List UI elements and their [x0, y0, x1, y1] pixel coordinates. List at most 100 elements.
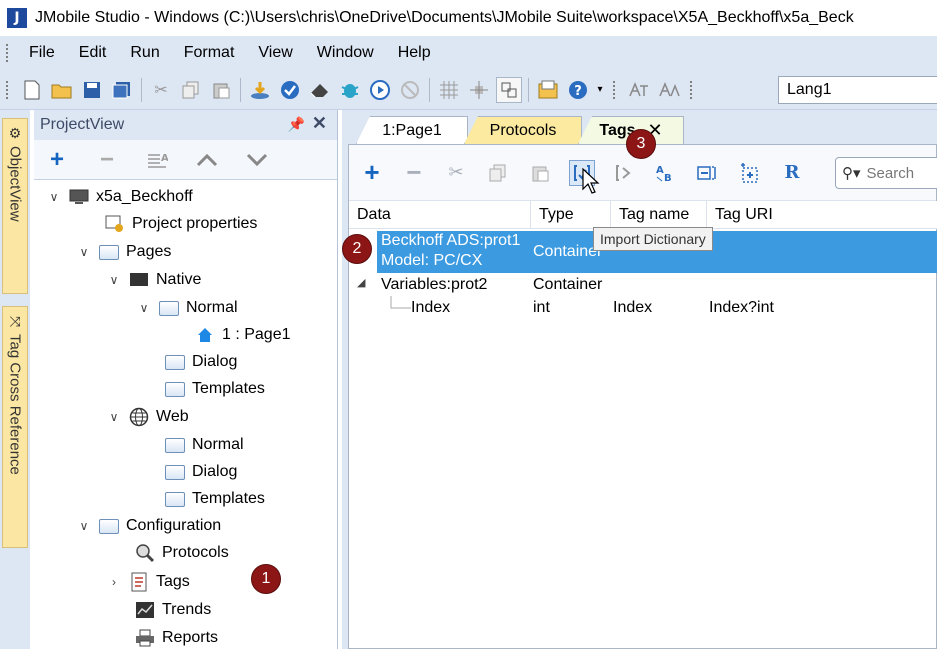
remove-icon[interactable]: −	[94, 146, 120, 173]
help-icon[interactable]: ?	[565, 77, 591, 103]
move-up-icon[interactable]	[194, 147, 220, 173]
pin-icon[interactable]: 📌	[288, 116, 305, 133]
tree-node-web[interactable]: ∨ Web	[106, 404, 189, 430]
tree-node-tags[interactable]: › Tags	[106, 569, 190, 595]
toolbar-separator	[141, 77, 142, 102]
column-tag-uri[interactable]: Tag URI	[707, 201, 937, 229]
toolbar-overflow-icon[interactable]: ▾	[595, 77, 605, 103]
save-icon[interactable]	[79, 77, 105, 103]
close-icon[interactable]: ✕	[312, 113, 327, 134]
chevron-down-icon[interactable]: ∨	[106, 273, 122, 287]
toolbar-grip[interactable]	[612, 79, 616, 100]
callout-badge-3: 3	[626, 129, 656, 159]
toolbar-grip[interactable]	[689, 79, 693, 100]
menu-run[interactable]: Run	[118, 44, 171, 62]
chevron-right-icon[interactable]: ›	[106, 575, 122, 589]
project-view-title: ProjectView	[40, 116, 125, 133]
add-tag-icon[interactable]: +	[359, 157, 385, 187]
tree-label-project-properties: Project properties	[132, 215, 258, 232]
tree-node-dialog[interactable]: Dialog	[164, 349, 237, 375]
language-select[interactable]: Lang1	[778, 76, 937, 104]
menu-format[interactable]: Format	[172, 44, 247, 62]
menu-edit[interactable]: Edit	[67, 44, 119, 62]
grid-icon[interactable]	[436, 77, 462, 103]
column-type[interactable]: Type	[531, 201, 611, 229]
eraser-icon[interactable]	[307, 77, 333, 103]
tag-cross-reference-tab[interactable]: ⤨ Tag Cross Reference	[2, 306, 28, 548]
menu-grip[interactable]	[5, 43, 9, 63]
debug-bug-icon[interactable]	[337, 77, 363, 103]
chevron-down-icon[interactable]: ∨	[106, 410, 122, 424]
validate-icon[interactable]	[277, 77, 303, 103]
remove-tag-icon[interactable]: −	[401, 157, 427, 187]
cut-icon[interactable]: ✂	[148, 77, 174, 103]
add-icon[interactable]: +	[44, 146, 70, 173]
column-tag-name[interactable]: Tag name	[611, 201, 707, 229]
tree-node-reports[interactable]: Reports	[134, 625, 218, 649]
tree-node-pages[interactable]: ∨ Pages	[76, 239, 172, 265]
home-icon	[194, 326, 216, 344]
bind-tag-icon[interactable]	[695, 160, 721, 186]
table-row[interactable]: ◢ Variables:prot2 Container	[349, 273, 937, 297]
table-row[interactable]: Index int Index Index?int	[349, 296, 937, 320]
chevron-down-icon[interactable]: ∨	[76, 245, 92, 259]
tree-node-web-normal[interactable]: Normal	[164, 432, 244, 458]
row-beckhoff-name-line1: Beckhoff ADS:prot1	[381, 232, 521, 249]
save-all-icon[interactable]	[109, 77, 135, 103]
folder-icon	[164, 463, 186, 481]
add-multiple-icon[interactable]	[737, 160, 763, 186]
rename-icon[interactable]: A	[144, 147, 170, 173]
chevron-down-icon[interactable]: ∨	[46, 190, 62, 204]
objectview-tab[interactable]: ⚙ ObjectView	[2, 118, 28, 294]
tree-node-web-templates[interactable]: Templates	[164, 486, 265, 512]
tree-label-pages: Pages	[126, 243, 172, 260]
tree-label-native: Native	[156, 271, 202, 288]
export-icon[interactable]	[611, 160, 637, 186]
translate-icon[interactable]	[626, 77, 652, 103]
column-data[interactable]: Data	[349, 201, 531, 229]
snap-icon[interactable]	[496, 76, 522, 103]
paste-icon[interactable]	[527, 160, 553, 186]
chevron-down-icon[interactable]: ∨	[76, 519, 92, 533]
rename-tags-icon[interactable]: AB	[653, 160, 679, 186]
trends-icon	[134, 601, 156, 619]
tree-node-root[interactable]: ∨ x5a_Beckhoff	[46, 184, 193, 210]
project-settings-icon[interactable]	[535, 77, 561, 103]
refactor-icon[interactable]: R	[779, 160, 805, 186]
tree-node-trends[interactable]: Trends	[134, 597, 211, 623]
menu-window[interactable]: Window	[305, 44, 386, 62]
chevron-down-icon[interactable]: ∨	[136, 301, 152, 315]
stop-icon[interactable]	[397, 77, 423, 103]
toolbar-grip[interactable]	[5, 79, 9, 100]
objectview-icon: ⚙	[8, 125, 22, 141]
tree-node-web-dialog[interactable]: Dialog	[164, 459, 237, 485]
tree-node-configuration[interactable]: ∨ Configuration	[76, 513, 222, 539]
move-down-icon[interactable]	[244, 147, 270, 173]
align-icon[interactable]	[466, 77, 492, 103]
menu-view[interactable]: View	[246, 44, 304, 62]
tab-page1[interactable]: 1:Page1	[356, 116, 468, 144]
paste-icon[interactable]	[208, 77, 234, 103]
cut-icon[interactable]: ✂	[443, 160, 469, 186]
tree-node-protocols[interactable]: Protocols	[134, 540, 229, 566]
tree-node-project-properties[interactable]: Project properties	[104, 211, 257, 237]
open-folder-icon[interactable]	[49, 77, 75, 103]
menu-file[interactable]: File	[17, 44, 67, 62]
folder-icon	[164, 353, 186, 371]
folder-icon	[164, 490, 186, 508]
run-icon[interactable]	[367, 77, 393, 103]
download-icon[interactable]	[247, 77, 273, 103]
tree-node-templates[interactable]: Templates	[164, 376, 265, 402]
copy-icon[interactable]	[485, 160, 511, 186]
new-file-icon[interactable]	[19, 77, 45, 103]
translate-all-icon[interactable]	[656, 77, 682, 103]
copy-icon[interactable]	[178, 77, 204, 103]
callout-badge-1: 1	[251, 564, 281, 594]
tab-protocols[interactable]: Protocols	[464, 116, 582, 144]
search-input[interactable]: ⚲▾ Search	[835, 157, 937, 189]
menu-help[interactable]: Help	[386, 44, 443, 62]
tree-node-page1[interactable]: 1 : Page1	[194, 322, 291, 348]
tree-node-native[interactable]: ∨ Native	[106, 267, 202, 293]
collapse-triangle-icon[interactable]: ◢	[357, 276, 365, 289]
tree-node-normal[interactable]: ∨ Normal	[136, 295, 238, 321]
